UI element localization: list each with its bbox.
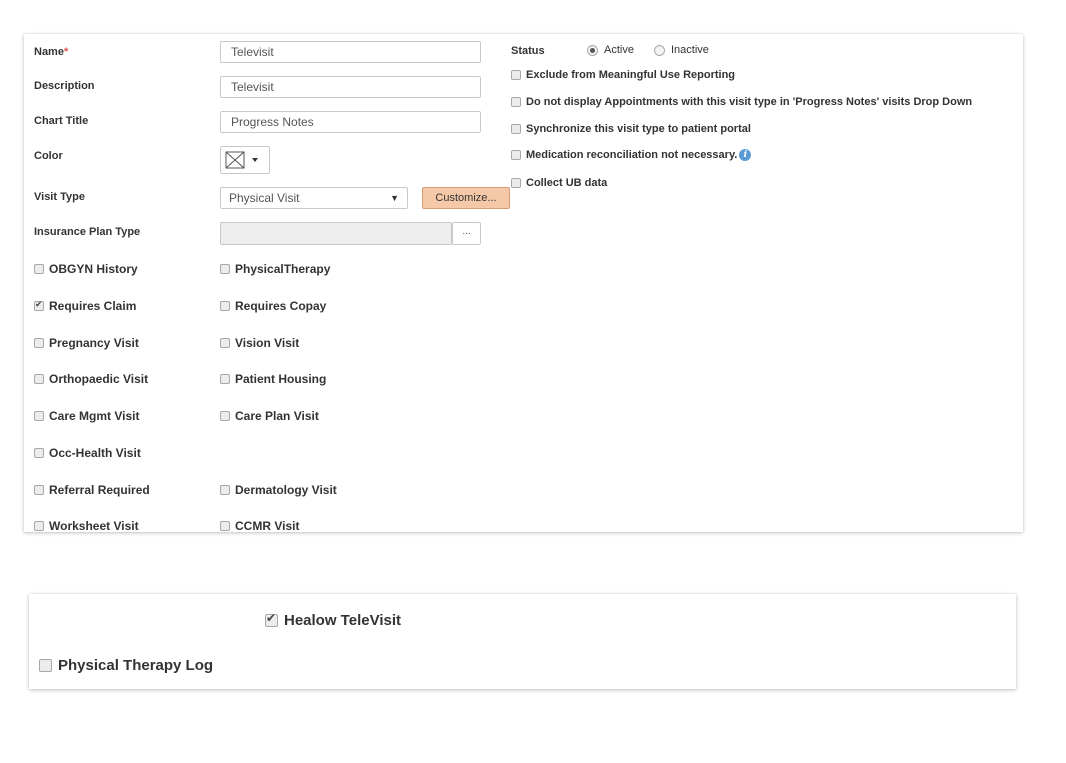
checkbox-box[interactable] — [220, 374, 230, 384]
customize-button[interactable]: Customize... — [422, 187, 510, 209]
checkbox-box[interactable] — [34, 338, 44, 348]
checkbox-box[interactable] — [220, 301, 230, 311]
checkbox-box[interactable] — [220, 521, 230, 531]
occ-health-visit-checkbox[interactable]: Occ-Health Visit — [34, 446, 141, 460]
chart-title-input[interactable]: Progress Notes — [220, 111, 481, 133]
radio-button[interactable] — [587, 44, 598, 56]
required-indicator: * — [63, 46, 69, 58]
description-input[interactable]: Televisit — [220, 76, 481, 98]
collect-ub-data-checkbox[interactable]: Collect UB data — [511, 177, 607, 189]
checkbox-box[interactable] — [511, 178, 521, 188]
requires-claim-checkbox[interactable]: Requires Claim — [34, 299, 136, 313]
telehealth-options-panel: Healow TeleVisit Physical Therapy Log — [29, 594, 1016, 689]
checkbox-box[interactable] — [511, 97, 521, 107]
care-mgmt-visit-checkbox[interactable]: Care Mgmt Visit — [34, 409, 139, 423]
medication-reconciliation-checkbox[interactable]: Medication reconciliation not necessary.… — [511, 149, 752, 161]
requires-copay-checkbox[interactable]: Requires Copay — [220, 299, 326, 313]
dermatology-visit-checkbox[interactable]: Dermatology Visit — [220, 483, 337, 497]
insurance-plan-browse-button[interactable]: ... — [452, 222, 481, 245]
healow-televisit-checkbox[interactable]: Healow TeleVisit — [265, 611, 401, 629]
visit-type-form-panel: Name* Televisit Description Televisit Ch… — [24, 34, 1023, 532]
sync-patient-portal-checkbox[interactable]: Synchronize this visit type to patient p… — [511, 123, 751, 135]
insurance-plan-type-label: Insurance Plan Type — [34, 226, 141, 238]
dropdown-arrow-icon — [252, 158, 258, 162]
checkbox-box[interactable] — [511, 124, 521, 134]
checkbox-box[interactable] — [34, 411, 44, 421]
color-label: Color — [34, 150, 63, 162]
checkbox-box[interactable] — [34, 485, 44, 495]
checkbox-box[interactable] — [220, 485, 230, 495]
radio-button[interactable] — [654, 44, 665, 56]
description-label: Description — [34, 80, 95, 92]
name-input[interactable]: Televisit — [220, 41, 481, 63]
checkbox-box[interactable] — [34, 299, 44, 311]
checkbox-box[interactable] — [34, 521, 44, 531]
checkbox-box[interactable] — [39, 659, 52, 672]
visit-type-select[interactable]: Physical Visit ▼ — [220, 187, 408, 209]
visit-type-label: Visit Type — [34, 191, 85, 203]
visit-type-selected-value: Physical Visit — [229, 191, 300, 205]
checkbox-box[interactable] — [34, 448, 44, 458]
checkbox-box[interactable] — [34, 264, 44, 274]
patient-housing-checkbox[interactable]: Patient Housing — [220, 372, 326, 386]
physical-therapy-log-checkbox[interactable]: Physical Therapy Log — [39, 657, 213, 674]
status-active-radio[interactable]: Active — [587, 44, 634, 56]
pregnancy-visit-checkbox[interactable]: Pregnancy Visit — [34, 336, 139, 350]
exclude-meaningful-use-checkbox[interactable]: Exclude from Meaningful Use Reporting — [511, 69, 735, 81]
name-label: Name* — [34, 46, 69, 58]
hide-progress-notes-dropdown-checkbox[interactable]: Do not display Appointments with this vi… — [511, 96, 972, 108]
orthopaedic-visit-checkbox[interactable]: Orthopaedic Visit — [34, 372, 148, 386]
vision-visit-checkbox[interactable]: Vision Visit — [220, 336, 299, 350]
insurance-plan-type-field[interactable] — [220, 222, 452, 245]
checkbox-box[interactable] — [220, 338, 230, 348]
checkbox-box[interactable] — [265, 611, 278, 627]
obgyn-history-checkbox[interactable]: OBGYN History — [34, 262, 138, 276]
referral-required-checkbox[interactable]: Referral Required — [34, 483, 150, 497]
ccmr-visit-checkbox[interactable]: CCMR Visit — [220, 519, 299, 532]
no-color-swatch-icon — [225, 151, 258, 169]
checkbox-box[interactable] — [220, 264, 230, 274]
chevron-down-icon: ▼ — [390, 193, 399, 203]
checkbox-box[interactable] — [34, 374, 44, 384]
checkbox-box[interactable] — [220, 411, 230, 421]
care-plan-visit-checkbox[interactable]: Care Plan Visit — [220, 409, 319, 423]
checkbox-box[interactable] — [511, 150, 521, 160]
color-picker[interactable] — [220, 146, 270, 174]
info-icon[interactable]: i — [739, 149, 752, 161]
checkbox-box[interactable] — [511, 70, 521, 80]
status-inactive-radio[interactable]: Inactive — [654, 44, 709, 56]
status-label: Status — [511, 45, 545, 57]
chart-title-label: Chart Title — [34, 115, 89, 127]
worksheet-visit-checkbox[interactable]: Worksheet Visit — [34, 519, 139, 532]
physical-therapy-checkbox[interactable]: PhysicalTherapy — [220, 262, 330, 276]
